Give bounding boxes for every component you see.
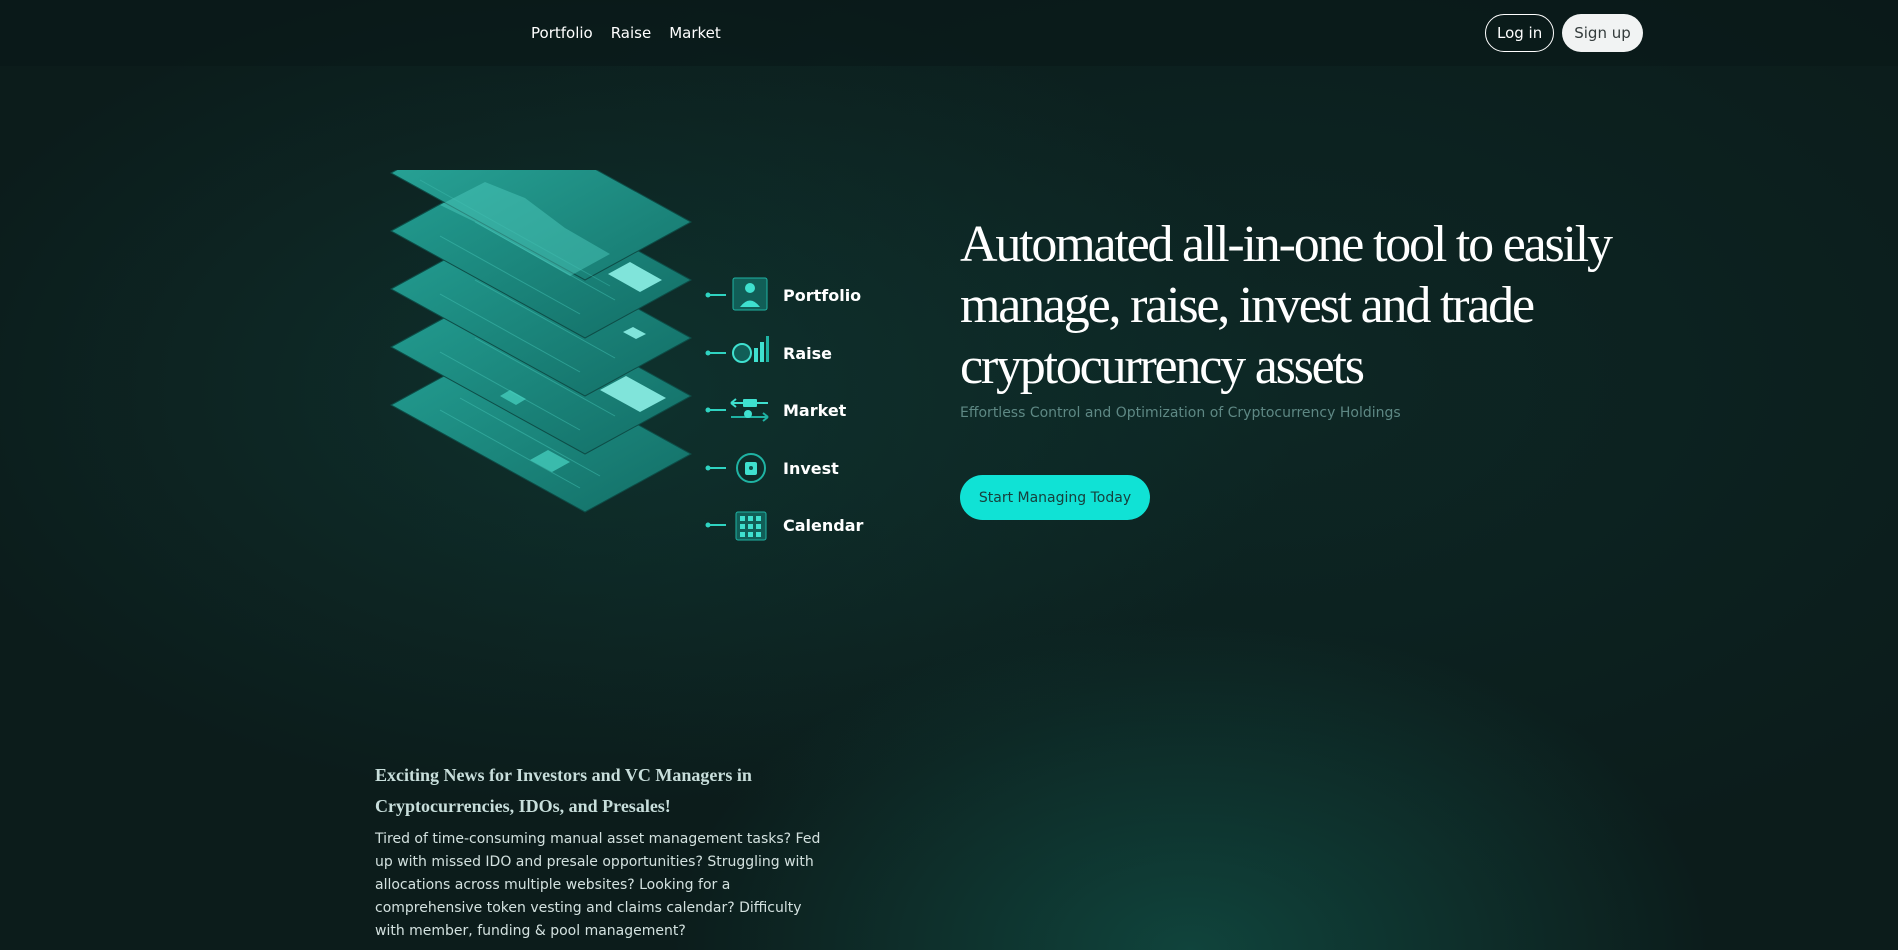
connector-portfolio [705,292,726,298]
market-icon [730,398,769,422]
feature-label-portfolio: Portfolio [783,286,861,305]
raise-icon [732,336,769,363]
calendar-icon [735,511,767,541]
portfolio-icon [732,277,768,311]
nav-link-market[interactable]: Market [669,22,721,44]
nav-link-portfolio[interactable]: Portfolio [531,22,593,44]
news-title: Exciting News for Investors and VC Manag… [375,765,752,816]
login-button[interactable]: Log in [1485,14,1555,52]
connector-market [705,407,726,413]
platform-layers-illustration: Portfolio Raise Market Invest Calendar [389,170,864,541]
feature-label-invest: Invest [783,459,839,478]
connector-calendar [705,522,726,528]
feature-label-calendar: Calendar [783,516,864,535]
nav-link-raise[interactable]: Raise [611,22,652,44]
start-managing-button[interactable]: Start Managing Today [960,475,1150,520]
top-navigation-bar: Portfolio Raise Market Log in Sign up [0,0,1898,66]
main-nav: Portfolio Raise Market [531,22,721,44]
connector-invest [705,465,726,471]
feature-label-raise: Raise [783,344,832,363]
signup-button[interactable]: Sign up [1562,14,1643,52]
connector-raise [705,350,726,356]
auth-buttons: Log in Sign up [1485,14,1643,52]
invest-icon [736,453,766,483]
news-body: Tired of time-consuming manual asset man… [375,831,821,939]
hero-title: Automated all-in-one tool to easily mana… [960,216,1613,395]
feature-label-market: Market [783,401,847,420]
hero-subtitle: Effortless Control and Optimization of C… [960,405,1401,421]
